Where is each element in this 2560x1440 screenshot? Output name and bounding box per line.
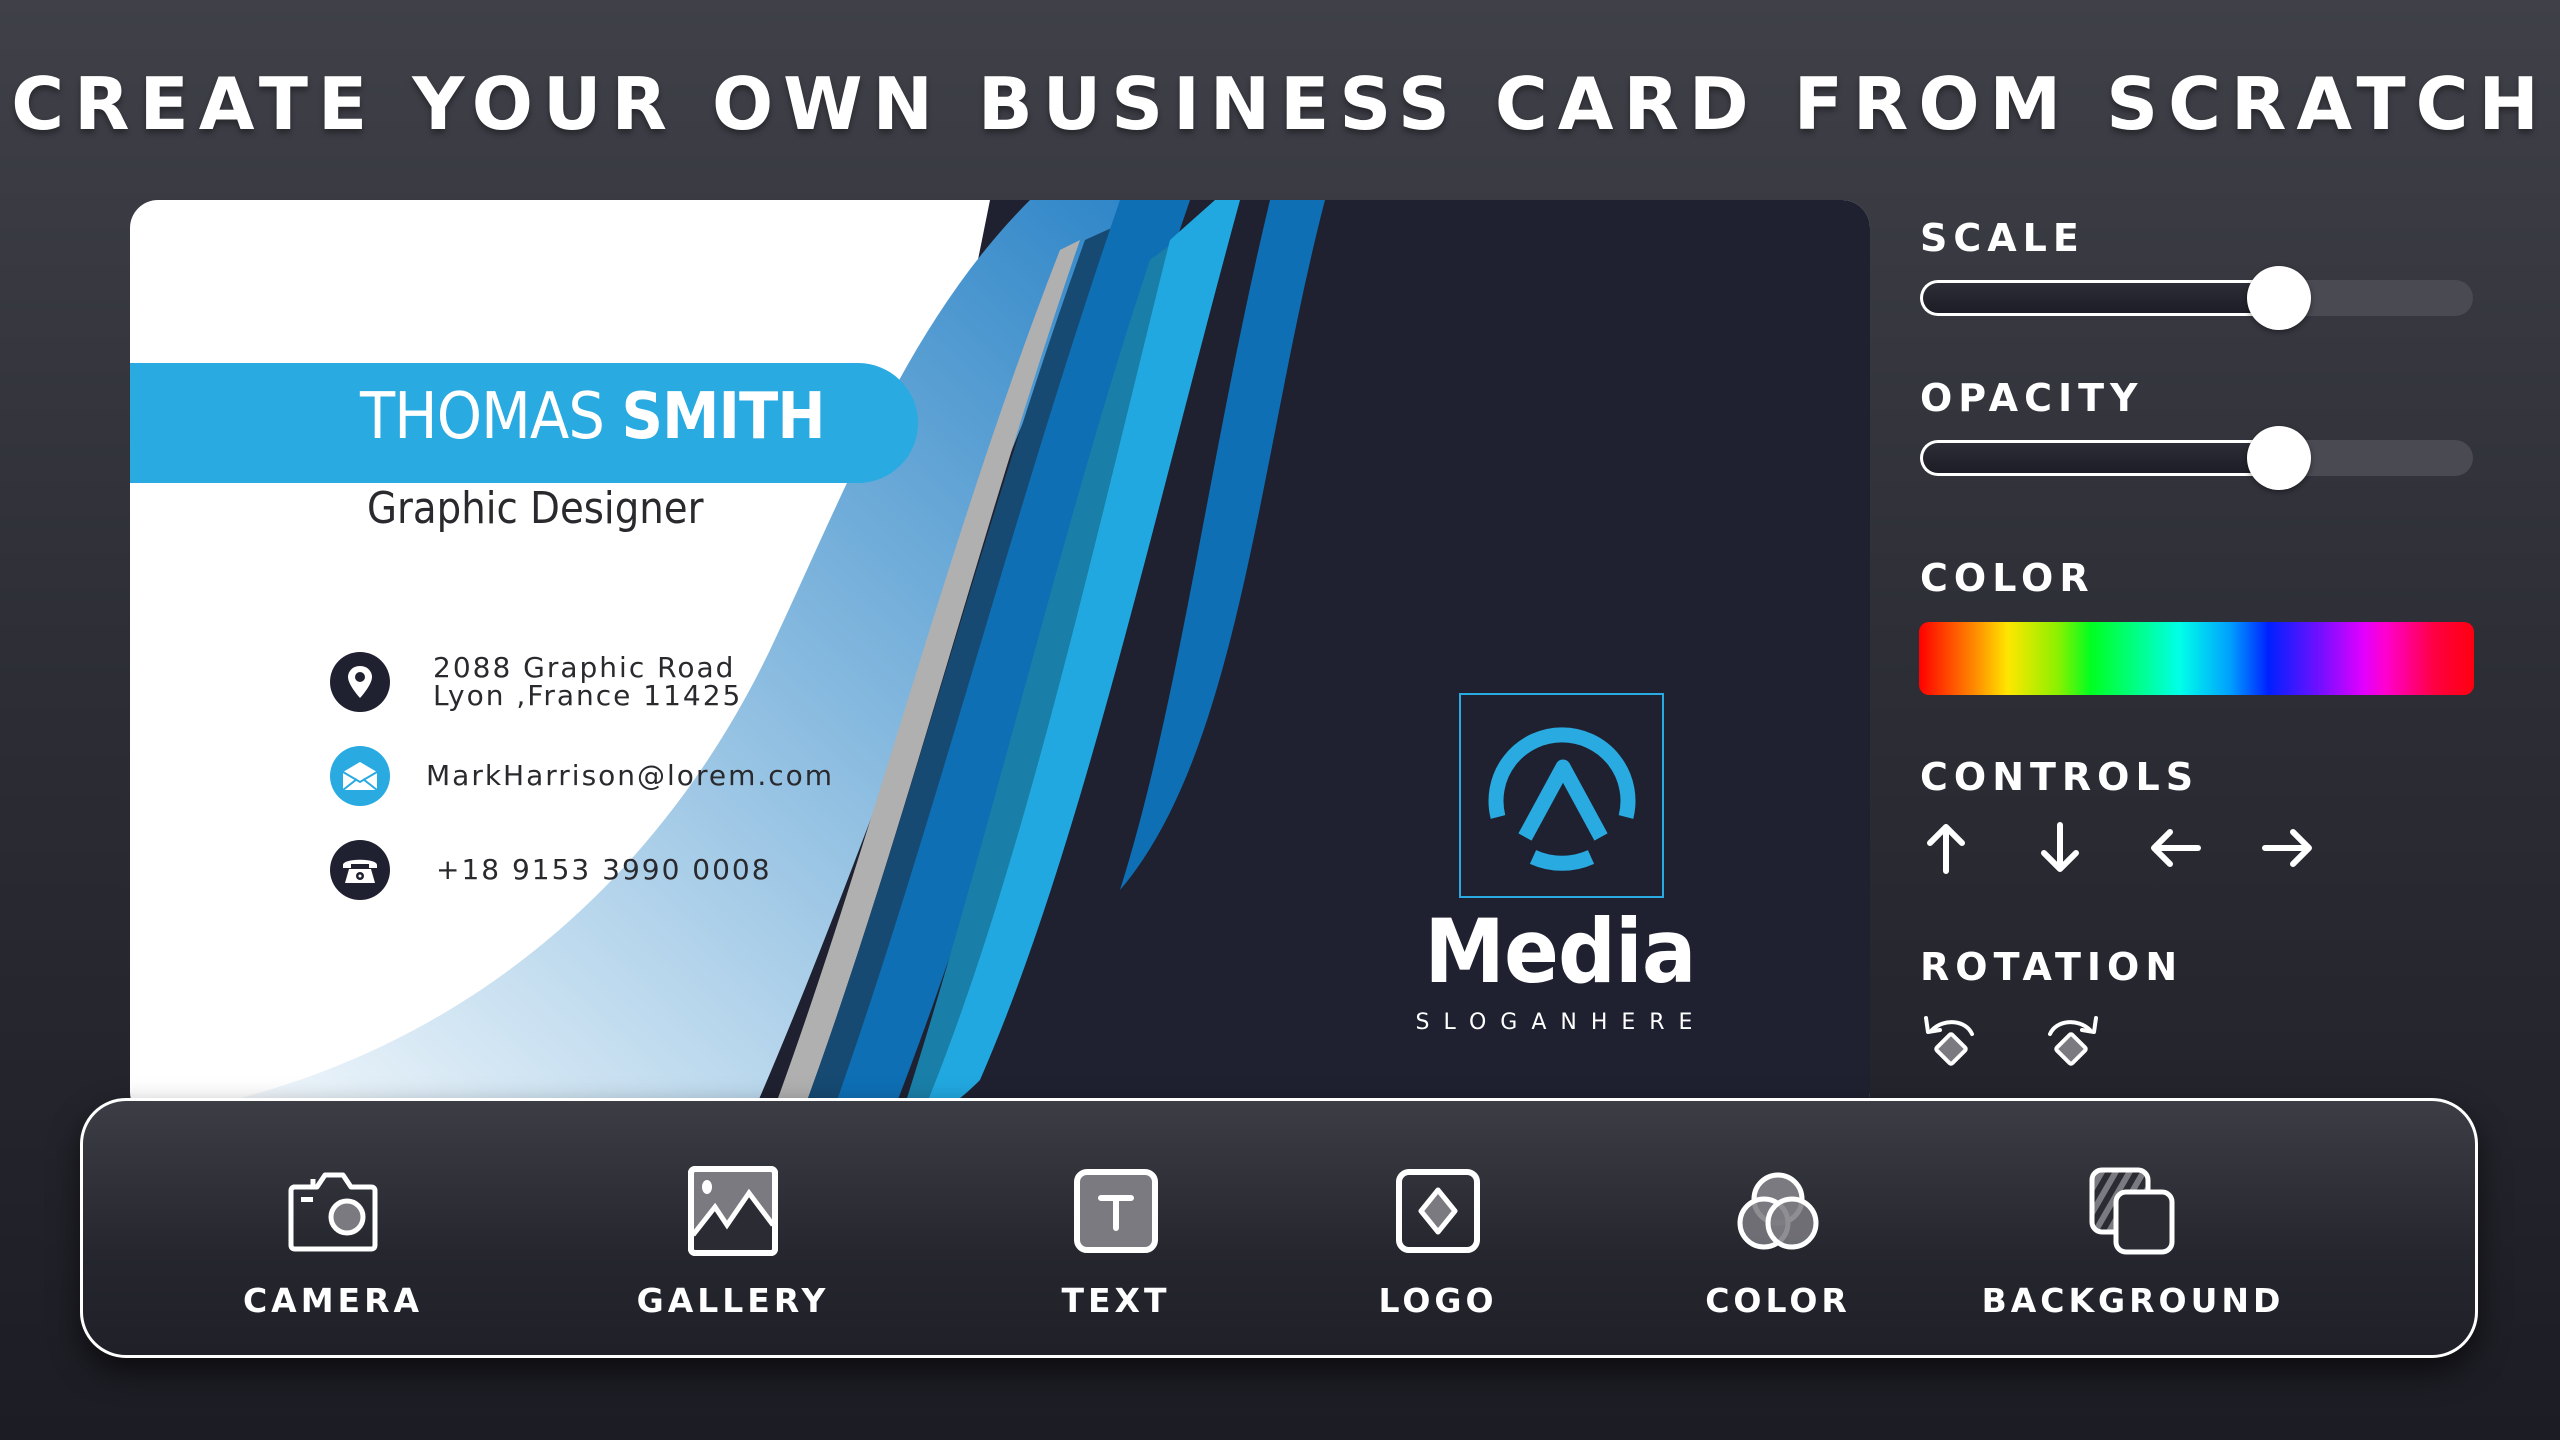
opacity-label: OPACITY: [1920, 376, 2144, 420]
envelope-icon: [330, 746, 390, 806]
toolbar-gallery-button[interactable]: GALLERY: [633, 1101, 833, 1355]
toolbar-text-button[interactable]: TEXT: [1016, 1101, 1216, 1355]
opacity-slider-thumb[interactable]: [2247, 426, 2312, 490]
contact-email[interactable]: MarkHarrison@lorem.com: [330, 746, 834, 806]
background-icon: [2083, 1161, 2183, 1261]
media-logo-icon: [1488, 727, 1636, 871]
business-card-canvas[interactable]: THOMAS SMITH Graphic Designer 2088 Graph…: [130, 200, 1870, 1120]
first-name: THOMAS: [360, 380, 622, 454]
rotate-right-button[interactable]: [2036, 1008, 2106, 1078]
arrow-up-icon: [1927, 824, 1965, 874]
toolbar-camera-button[interactable]: CAMERA: [233, 1101, 433, 1355]
address-line-2: Lyon ,France 11425: [433, 679, 743, 712]
rotation-label: ROTATION: [1920, 945, 2184, 989]
email-text: MarkHarrison@lorem.com: [426, 759, 835, 792]
address-line-1: 2088 Graphic Road: [433, 651, 736, 684]
page-title: CREATE YOUR OWN BUSINESS CARD FROM SCRAT…: [11, 62, 2549, 146]
toolbar-color-button[interactable]: COLOR: [1678, 1101, 1878, 1355]
logo-icon: [1388, 1161, 1488, 1261]
logo-selection-box[interactable]: [1459, 693, 1664, 898]
card-job-title[interactable]: Graphic Designer: [367, 483, 704, 534]
move-left-button[interactable]: [2145, 818, 2205, 878]
logo-wordmark[interactable]: Media: [1394, 900, 1725, 1003]
move-down-button[interactable]: [2030, 818, 2090, 878]
move-up-button[interactable]: [1916, 818, 1976, 878]
scale-slider-thumb[interactable]: [2247, 266, 2312, 330]
scale-slider[interactable]: [1920, 266, 2473, 330]
contact-phone[interactable]: +18 9153 3990 0008: [330, 840, 772, 900]
rotate-left-icon: [1924, 1016, 1974, 1066]
scale-slider-fill: [1920, 280, 2280, 316]
color-spectrum-picker[interactable]: [1919, 622, 2474, 695]
toolbar-logo-label: LOGO: [1378, 1281, 1498, 1320]
rotate-left-button[interactable]: [1916, 1008, 1986, 1078]
controls-label: CONTROLS: [1920, 755, 2200, 799]
phone-text: +18 9153 3990 0008: [436, 853, 772, 886]
last-name: SMITH: [621, 380, 826, 454]
scale-label: SCALE: [1920, 216, 2085, 260]
bottom-toolbar: CAMERA GALLERY TEXT LOGO COLOR BACKGROUN…: [80, 1098, 2478, 1358]
opacity-slider-fill: [1920, 440, 2280, 476]
color-label: COLOR: [1920, 556, 2095, 600]
opacity-slider[interactable]: [1920, 426, 2473, 490]
gallery-icon: [683, 1161, 783, 1261]
toolbar-camera-label: CAMERA: [242, 1281, 424, 1320]
logo-slogan[interactable]: SLOGANHERE: [1380, 1010, 1742, 1035]
rotate-right-icon: [2048, 1016, 2098, 1066]
card-name[interactable]: THOMAS SMITH: [360, 380, 826, 454]
arrow-right-icon: [2262, 829, 2312, 867]
toolbar-background-label: BACKGROUND: [1981, 1281, 2285, 1320]
toolbar-text-label: TEXT: [1061, 1281, 1171, 1320]
toolbar-logo-button[interactable]: LOGO: [1338, 1101, 1538, 1355]
move-right-button[interactable]: [2258, 818, 2318, 878]
location-pin-icon: [330, 652, 390, 712]
color-icon: [1728, 1161, 1828, 1261]
toolbar-gallery-label: GALLERY: [636, 1281, 830, 1320]
telephone-icon: [330, 840, 390, 900]
toolbar-color-label: COLOR: [1705, 1281, 1851, 1320]
text-icon: [1066, 1161, 1166, 1261]
arrow-down-icon: [2041, 822, 2079, 872]
contact-address[interactable]: 2088 Graphic Road Lyon ,France 11425: [330, 652, 742, 712]
camera-icon: [283, 1161, 383, 1261]
toolbar-background-button[interactable]: BACKGROUND: [1982, 1101, 2280, 1355]
arrow-left-icon: [2151, 829, 2201, 867]
